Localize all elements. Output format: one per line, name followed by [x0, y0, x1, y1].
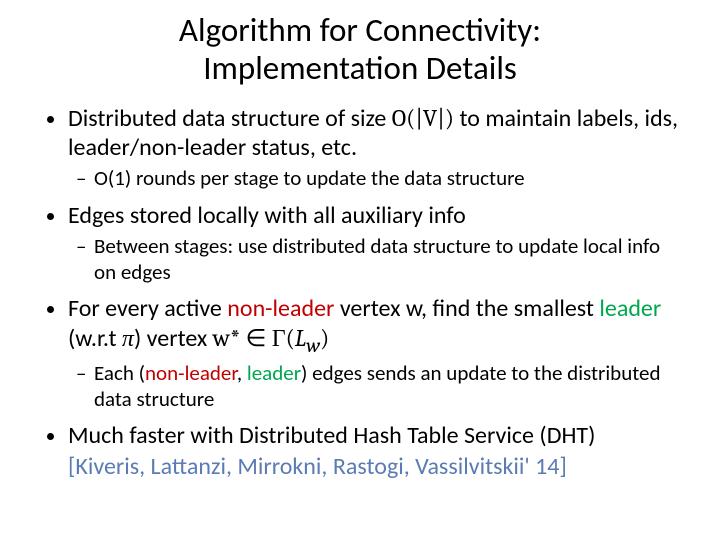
- b2-text: Edges stored locally with all auxiliary …: [68, 201, 466, 230]
- title-line2: Implementation Details: [203, 48, 517, 88]
- bullet-3: For every active non-leader vertex w, fi…: [68, 295, 680, 412]
- slide-title: Algorithm for Connectivity: Implementati…: [40, 12, 680, 88]
- b3-sub-leader: leader: [247, 360, 301, 386]
- b1-sub: O(1) rounds per stage to update the data…: [94, 166, 680, 191]
- b3-nonleader: non-leader: [227, 294, 334, 323]
- b3-lw-w: w: [306, 333, 320, 356]
- b3-sub-t1: Each (: [94, 360, 145, 386]
- slide: Algorithm for Connectivity: Implementati…: [0, 0, 720, 540]
- b3-sublist: Each (non-leader, leader) edges sends an…: [68, 361, 680, 411]
- b3-sub: Each (non-leader, leader) edges sends an…: [94, 361, 680, 411]
- b3-t4: ) vertex: [134, 324, 213, 353]
- b3-t1: For every: [68, 294, 164, 323]
- b3-leader: leader: [599, 294, 661, 323]
- b3-t3: (w.r.t: [68, 324, 122, 353]
- b3-pi: π: [122, 324, 134, 352]
- b4-text: Much faster with Distributed Hash Table …: [68, 421, 595, 450]
- b3-sub-nonleader: non-leader: [145, 360, 237, 386]
- b3-wstar: w* ∈ Γ(: [213, 324, 295, 352]
- title-line1: Algorithm for Connectivity:: [179, 10, 541, 50]
- b1-math: O(|V|): [392, 104, 454, 132]
- b1-sublist: O(1) rounds per stage to update the data…: [68, 166, 680, 191]
- b3-lw-l: L: [295, 324, 306, 352]
- b3-active: active: [164, 294, 222, 323]
- b3-close: ): [320, 324, 329, 352]
- b2-sublist: Between stages: use distributed data str…: [68, 234, 680, 284]
- bullet-1: Distributed data structure of size O(|V|…: [68, 104, 680, 192]
- bullet-4: Much faster with Distributed Hash Table …: [68, 422, 680, 482]
- citation: [Kiveris, Lattanzi, Mirrokni, Rastogi, V…: [68, 453, 680, 482]
- bullet-2: Edges stored locally with all auxiliary …: [68, 202, 680, 285]
- b2-sub: Between stages: use distributed data str…: [94, 234, 680, 284]
- b1-pre: Distributed data structure of size: [68, 104, 392, 133]
- b3-t2: vertex w, find the smallest: [334, 294, 599, 323]
- b3-sub-comma: ,: [237, 360, 247, 386]
- bullet-list: Distributed data structure of size O(|V|…: [40, 104, 680, 482]
